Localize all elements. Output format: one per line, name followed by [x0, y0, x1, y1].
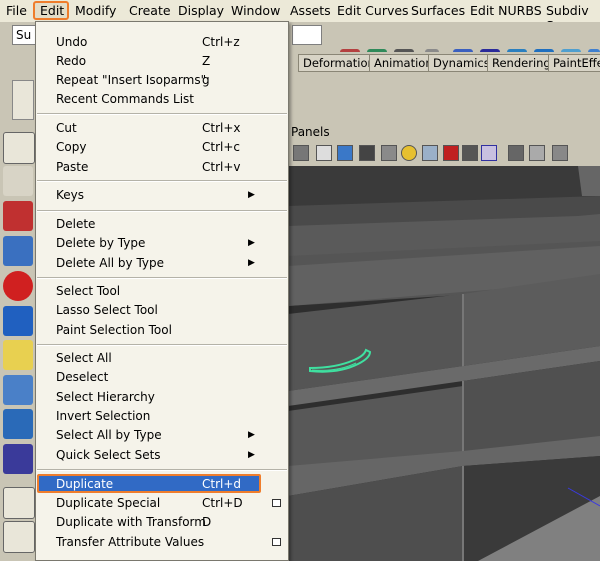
toolbox	[0, 124, 37, 561]
camera-icon[interactable]	[293, 145, 309, 161]
viewport[interactable]	[288, 166, 600, 561]
tab-deformation[interactable]: Deformation	[298, 54, 380, 72]
menu-bar: File Edit Modify Create Display Window A…	[0, 0, 600, 33]
menu-create[interactable]: Create	[129, 3, 171, 18]
submenu-arrow-icon: ▶	[248, 238, 255, 248]
soft-mod-icon[interactable]	[3, 375, 33, 405]
submenu-arrow-icon: ▶	[248, 258, 255, 268]
red-cube-icon[interactable]	[443, 145, 459, 161]
menu-item-undo[interactable]: Undo	[56, 35, 87, 49]
shortcut-undo: Ctrl+z	[202, 35, 240, 49]
menu-set-field[interactable]: Su	[12, 25, 36, 45]
menu-item-select-hierarchy[interactable]: Select Hierarchy	[56, 390, 155, 404]
shelf-menu-button[interactable]	[12, 80, 34, 120]
textured-icon[interactable]	[381, 145, 397, 161]
menu-item-repeat[interactable]: Repeat "Insert Isoparms"	[56, 73, 206, 87]
dark-cube-icon[interactable]	[462, 145, 478, 161]
option-box-icon[interactable]	[272, 499, 281, 507]
layout-single-icon[interactable]	[3, 487, 35, 519]
menu-separator	[37, 344, 287, 346]
submenu-arrow-icon: ▶	[248, 190, 255, 200]
last-tool-icon[interactable]	[3, 444, 33, 474]
paint-select-icon[interactable]	[3, 201, 33, 231]
submenu-arrow-icon: ▶	[248, 450, 255, 460]
layout-four-icon[interactable]	[3, 521, 35, 553]
panel-menu-bar	[288, 124, 600, 142]
grid-icon[interactable]	[529, 145, 545, 161]
menu-item-copy[interactable]: Copy	[56, 140, 86, 154]
menu-item-lasso-select-tool[interactable]: Lasso Select Tool	[56, 303, 158, 317]
menu-assets[interactable]: Assets	[290, 3, 331, 18]
wireframe-icon[interactable]	[316, 145, 332, 161]
menu-item-quick-select-sets[interactable]: Quick Select Sets	[56, 448, 161, 462]
move-tool-icon[interactable]	[3, 236, 33, 266]
menu-edit-nurbs[interactable]: Edit NURBS	[470, 3, 542, 18]
input-field[interactable]	[292, 25, 322, 45]
menu-display[interactable]: Display	[178, 3, 224, 18]
tab-rendering[interactable]: Rendering	[487, 54, 556, 72]
shortcut-duplicate: Ctrl+d	[202, 477, 242, 491]
shortcut-duplicate-special: Ctrl+D	[202, 496, 243, 510]
menu-surfaces[interactable]: Surfaces	[411, 3, 465, 18]
shortcut-repeat: g	[202, 73, 210, 87]
menu-item-duplicate-special[interactable]: Duplicate Special	[56, 496, 160, 510]
shortcut-duplicate-with-transform: D	[202, 515, 212, 529]
menu-separator	[37, 113, 287, 115]
scene-view	[288, 166, 600, 561]
menu-item-cut[interactable]: Cut	[56, 121, 77, 135]
menu-file[interactable]: File	[6, 3, 27, 18]
menu-item-duplicate[interactable]: Duplicate	[56, 477, 113, 491]
option-box-icon[interactable]	[272, 538, 281, 546]
wireframe-on-shaded-icon[interactable]	[359, 145, 375, 161]
menu-item-redo[interactable]: Redo	[56, 54, 86, 68]
menu-item-delete-by-type[interactable]: Delete by Type	[56, 236, 145, 250]
frame-icon[interactable]	[481, 145, 497, 161]
xray-icon[interactable]	[422, 145, 438, 161]
smooth-shade-icon[interactable]	[337, 145, 353, 161]
menu-item-delete[interactable]: Delete	[56, 217, 95, 231]
menu-item-deselect[interactable]: Deselect	[56, 370, 108, 384]
rotate-tool-icon[interactable]	[3, 271, 33, 301]
menu-modify[interactable]: Modify	[75, 3, 116, 18]
menu-window[interactable]: Window	[231, 3, 280, 18]
menu-item-select-tool[interactable]: Select Tool	[56, 284, 120, 298]
shortcut-copy: Ctrl+c	[202, 140, 241, 154]
menu-item-recent-commands[interactable]: Recent Commands List	[56, 92, 194, 106]
submenu-arrow-icon: ▶	[248, 430, 255, 440]
menu-separator	[37, 210, 287, 212]
shortcut-cut: Ctrl+x	[202, 121, 241, 135]
menu-item-duplicate-with-transform[interactable]: Duplicate with Transform	[56, 515, 206, 529]
shortcut-paste: Ctrl+v	[202, 160, 241, 174]
show-manip-icon[interactable]	[3, 409, 33, 439]
menu-item-paste[interactable]: Paste	[56, 160, 88, 174]
isolate-icon[interactable]	[508, 145, 524, 161]
tab-dynamics[interactable]: Dynamics	[428, 54, 495, 72]
lasso-tool-icon[interactable]	[3, 166, 33, 196]
resolution-icon[interactable]	[552, 145, 568, 161]
menu-separator	[37, 180, 287, 182]
menu-item-transfer-attribute-values[interactable]: Transfer Attribute Values	[56, 535, 204, 549]
universal-manip-icon[interactable]	[3, 340, 33, 370]
menu-item-keys[interactable]: Keys	[56, 188, 84, 202]
light-icon[interactable]	[401, 145, 417, 161]
menu-item-paint-selection-tool[interactable]: Paint Selection Tool	[56, 323, 172, 337]
select-tool-icon[interactable]	[3, 132, 35, 164]
menu-separator	[37, 277, 287, 279]
menu-item-invert-selection[interactable]: Invert Selection	[56, 409, 150, 423]
menu-item-delete-all-by-type[interactable]: Delete All by Type	[56, 256, 164, 270]
menu-panels[interactable]: Panels	[291, 125, 330, 139]
menu-item-select-all[interactable]: Select All	[56, 351, 112, 365]
tab-painteffects[interactable]: PaintEffe	[548, 54, 600, 72]
scale-tool-icon[interactable]	[3, 306, 33, 336]
menu-item-select-all-by-type[interactable]: Select All by Type	[56, 428, 162, 442]
shortcut-redo: Z	[202, 54, 211, 68]
menu-separator	[37, 469, 287, 471]
menu-edit[interactable]: Edit	[40, 3, 64, 18]
menu-edit-curves[interactable]: Edit Curves	[337, 3, 409, 18]
